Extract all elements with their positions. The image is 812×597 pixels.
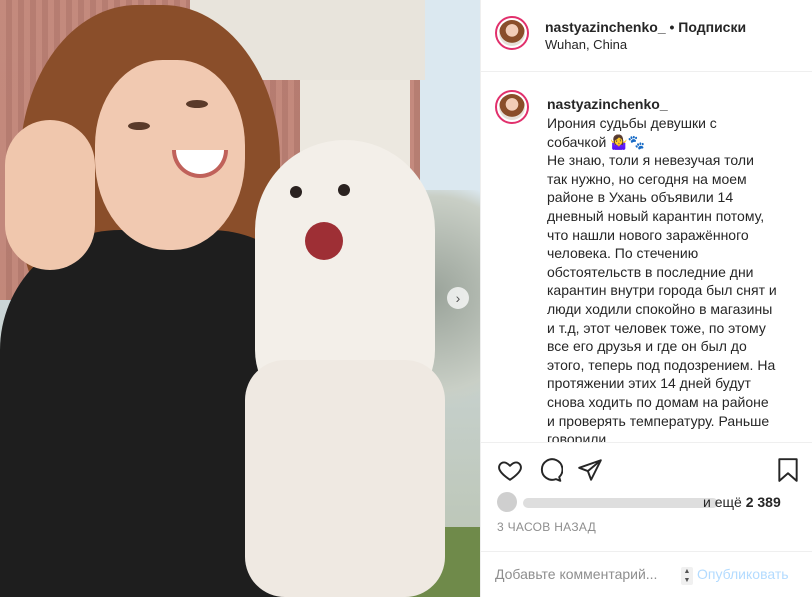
comment-icon[interactable] <box>537 457 563 483</box>
photo-eye <box>186 100 208 108</box>
header-location[interactable]: Wuhan, China <box>545 37 627 52</box>
emoji-scroll-icon[interactable]: ▲ ▼ <box>681 567 693 585</box>
avatar[interactable] <box>495 16 529 50</box>
comment-bar: ▲▼ Опубликовать <box>481 551 812 597</box>
caption-avatar[interactable] <box>495 90 529 124</box>
post-actions: и ещё 2 389 3 ЧАСОВ НАЗАД ▲▼ Опубликоват… <box>481 442 812 597</box>
next-photo-button[interactable]: › <box>447 287 469 309</box>
caption-username[interactable]: nastyazinchenko_ <box>547 96 668 112</box>
post-header: nastyazinchenko_ • Подписки Wuhan, China <box>481 0 812 72</box>
photo-dog-body <box>245 360 445 597</box>
publish-button[interactable]: Опубликовать <box>697 566 789 582</box>
header-username-row: nastyazinchenko_ • Подписки <box>545 19 746 35</box>
liker-avatar[interactable] <box>497 492 517 512</box>
photo-eye <box>128 122 150 130</box>
photo-dog-eye <box>290 186 302 198</box>
post-panel: nastyazinchenko_ • Подписки Wuhan, China… <box>480 0 812 597</box>
photo-dog-eye <box>338 184 350 196</box>
liker-name-blurred <box>523 498 718 508</box>
caption-text: Ирония судьбы девушки с собачкой 🤷‍♀️🐾 Н… <box>547 115 777 442</box>
heart-icon[interactable] <box>497 457 523 483</box>
photo-hand <box>5 120 95 270</box>
likes-count[interactable]: 2 389 <box>746 494 781 510</box>
photo-dog-mouth <box>305 222 343 260</box>
likes-and-more: и ещё <box>703 494 742 510</box>
bookmark-icon[interactable] <box>775 457 801 483</box>
follow-button[interactable]: Подписки <box>678 19 746 35</box>
likes-row[interactable]: и ещё 2 389 <box>497 491 797 513</box>
comment-input[interactable] <box>495 566 675 582</box>
header-dot: • <box>669 19 675 35</box>
post-photo[interactable]: › <box>0 0 480 597</box>
likes-summary[interactable]: и ещё 2 389 <box>703 494 781 510</box>
share-icon[interactable] <box>577 457 603 483</box>
header-username[interactable]: nastyazinchenko_ <box>545 19 666 35</box>
caption-area[interactable]: nastyazinchenko_ Ирония судьбы девушки с… <box>481 72 812 442</box>
post-timestamp[interactable]: 3 ЧАСОВ НАЗАД <box>497 520 596 534</box>
